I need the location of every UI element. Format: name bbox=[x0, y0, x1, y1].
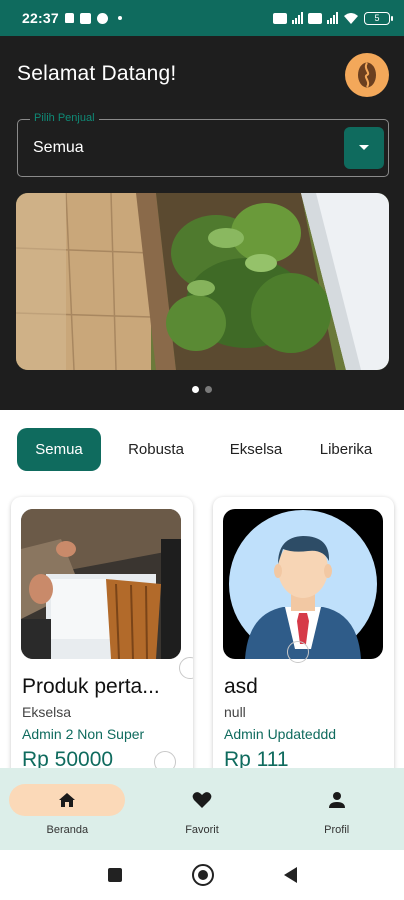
category-chip-ekselsa[interactable]: Ekselsa bbox=[211, 428, 301, 471]
signal-1-icon bbox=[292, 12, 303, 24]
lock-icon bbox=[64, 13, 74, 23]
product-photo bbox=[21, 509, 181, 659]
seller-select-label: Pilih Penjual bbox=[30, 112, 99, 124]
product-image bbox=[223, 509, 383, 659]
home-button-dot bbox=[197, 870, 208, 880]
favorite-toggle[interactable] bbox=[287, 641, 309, 663]
product-type: Ekselsa bbox=[22, 704, 72, 720]
status-right: 5 bbox=[273, 11, 393, 25]
nav-label: Beranda bbox=[46, 824, 89, 836]
favorite-toggle[interactable] bbox=[179, 657, 193, 679]
status-bar: 22:37 5 bbox=[0, 0, 404, 36]
carousel-dot-active[interactable] bbox=[192, 386, 199, 393]
category-chip-label: Semua bbox=[35, 441, 83, 458]
nav-item-favorit[interactable]: Favorit bbox=[135, 768, 270, 850]
product-title: asd bbox=[224, 675, 258, 698]
carousel-indicator bbox=[0, 386, 404, 393]
heart-icon bbox=[192, 790, 212, 810]
volte-2-icon bbox=[308, 12, 322, 24]
battery-icon: 5 bbox=[364, 11, 393, 25]
seller-select-value: Semua bbox=[33, 139, 84, 156]
profile-button[interactable] bbox=[345, 53, 389, 97]
category-chip-robusta[interactable]: Robusta bbox=[101, 428, 211, 471]
nav-item-beranda[interactable]: Beranda bbox=[0, 768, 135, 850]
coffee-bean-icon bbox=[358, 62, 376, 88]
volte-icon bbox=[273, 12, 287, 24]
businessman-avatar bbox=[223, 509, 383, 659]
bottom-navigation: Beranda Favorit Profil bbox=[0, 768, 404, 850]
person-icon bbox=[327, 790, 347, 810]
home-icon bbox=[57, 790, 77, 810]
alarm-icon bbox=[96, 12, 108, 24]
product-seller: Admin Updateddd bbox=[224, 726, 337, 742]
category-chip-semua[interactable]: Semua bbox=[17, 428, 101, 471]
product-seller: Admin 2 Non Super bbox=[22, 726, 145, 742]
garden-photo bbox=[16, 193, 389, 370]
category-chip-label: Liberika bbox=[319, 441, 373, 458]
greeting-title: Selamat Datang! bbox=[17, 62, 177, 85]
home-button[interactable] bbox=[191, 864, 214, 886]
nav-label: Profil bbox=[324, 824, 350, 836]
product-image bbox=[21, 509, 181, 659]
seller-select[interactable]: Pilih Penjual Semua bbox=[17, 112, 389, 177]
category-chip-label: Ekselsa bbox=[229, 441, 283, 458]
signal-2-icon bbox=[327, 12, 338, 24]
status-left: 22:37 bbox=[22, 10, 122, 26]
nav-label: Favorit bbox=[185, 824, 219, 836]
seller-dropdown-button[interactable] bbox=[344, 127, 384, 169]
more-notifications-icon bbox=[117, 16, 122, 20]
category-tabs: Semua Robusta Ekselsa Liberika bbox=[17, 428, 391, 471]
back-button[interactable] bbox=[283, 867, 297, 883]
carousel-dot[interactable] bbox=[205, 386, 212, 393]
product-card[interactable]: Produk perta... Ekselsa Admin 2 Non Supe… bbox=[11, 497, 193, 787]
product-card[interactable]: asd null Admin Updateddd Rp 111 bbox=[213, 497, 394, 787]
notification-icon bbox=[79, 12, 91, 24]
product-title: Produk perta... bbox=[22, 675, 160, 698]
category-chip-liberika[interactable]: Liberika bbox=[301, 428, 391, 471]
system-navigation-bar bbox=[0, 850, 404, 900]
category-chip-label: Robusta bbox=[128, 441, 184, 458]
product-type: null bbox=[224, 704, 246, 720]
battery-level: 5 bbox=[374, 13, 380, 23]
wifi-icon bbox=[344, 12, 358, 24]
banner-image[interactable] bbox=[16, 193, 389, 370]
status-time: 22:37 bbox=[22, 10, 59, 26]
recent-apps-button[interactable] bbox=[107, 868, 122, 882]
nav-item-profil[interactable]: Profil bbox=[269, 768, 404, 850]
caret-down-icon bbox=[359, 145, 369, 150]
